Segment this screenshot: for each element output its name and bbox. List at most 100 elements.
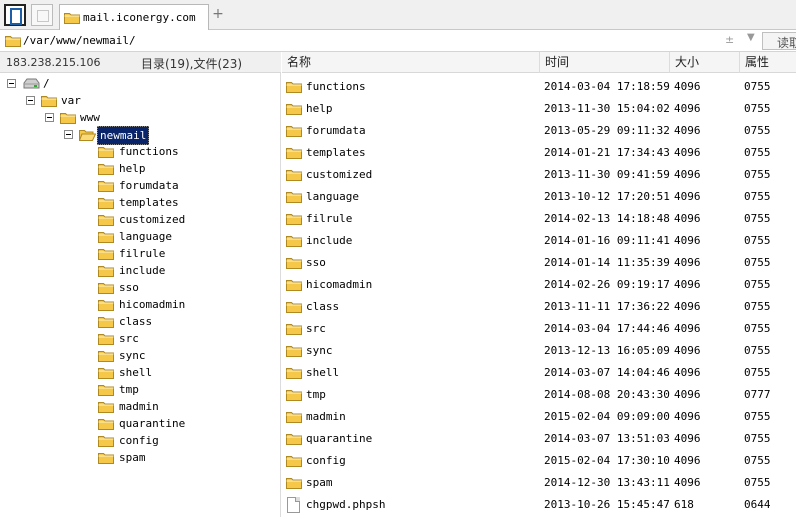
collapse-icon[interactable] bbox=[45, 113, 54, 122]
file-name: forumdata bbox=[306, 124, 366, 137]
folder-icon bbox=[286, 388, 302, 401]
read-button[interactable]: 读取 bbox=[762, 32, 796, 50]
collapse-icon[interactable] bbox=[26, 96, 35, 105]
table-row[interactable]: sync 2013-12-13 16:05:09 4096 0755 bbox=[282, 340, 796, 362]
tree-label: sync bbox=[119, 349, 146, 362]
file-perm: 0755 bbox=[744, 300, 771, 313]
table-row[interactable]: sso 2014-01-14 11:35:39 4096 0755 bbox=[282, 252, 796, 274]
folder-icon bbox=[98, 298, 114, 311]
file-perm: 0755 bbox=[744, 146, 771, 159]
file-time: 2013-11-30 15:04:02 bbox=[544, 102, 670, 115]
file-size: 4096 bbox=[674, 476, 701, 489]
folder-icon bbox=[286, 454, 302, 467]
tree-node-src[interactable]: src bbox=[0, 330, 200, 347]
file-perm: 0755 bbox=[744, 102, 771, 115]
file-time: 2014-08-08 20:43:30 bbox=[544, 388, 670, 401]
tree-node-templates[interactable]: templates bbox=[0, 194, 200, 211]
file-name: language bbox=[306, 190, 359, 203]
tree-label: tmp bbox=[119, 383, 139, 396]
table-row[interactable]: chgpwd.phpsh 2013-10-26 15:45:47 618 0644 bbox=[282, 494, 796, 516]
table-row[interactable]: config 2015-02-04 17:30:10 4096 0755 bbox=[282, 450, 796, 472]
table-row[interactable]: templates 2014-01-21 17:34:43 4096 0755 bbox=[282, 142, 796, 164]
file-size: 4096 bbox=[674, 278, 701, 291]
tab-title: mail.iconergy.com bbox=[83, 11, 196, 24]
tree-node-language[interactable]: language bbox=[0, 228, 200, 245]
tree-node-madmin[interactable]: madmin bbox=[0, 398, 200, 415]
table-row[interactable]: filrule 2014-02-13 14:18:48 4096 0755 bbox=[282, 208, 796, 230]
tree-label: functions bbox=[119, 145, 179, 158]
folder-icon bbox=[98, 179, 114, 192]
folder-icon bbox=[98, 332, 114, 345]
folder-icon bbox=[286, 344, 302, 357]
table-row[interactable]: spam 2014-12-30 13:43:11 4096 0755 bbox=[282, 472, 796, 494]
file-size: 4096 bbox=[674, 388, 701, 401]
folder-icon bbox=[98, 349, 114, 362]
tree-node-customized[interactable]: customized bbox=[0, 211, 200, 228]
tree-node-spam[interactable]: spam bbox=[0, 449, 200, 466]
file-name: templates bbox=[306, 146, 366, 159]
tree-header: 183.238.215.106 目录(19),文件(23) bbox=[0, 52, 281, 73]
tree-node-quarantine[interactable]: quarantine bbox=[0, 415, 200, 432]
table-row[interactable]: tmp 2014-08-08 20:43:30 4096 0777 bbox=[282, 384, 796, 406]
tree-node-newmail[interactable]: newmail bbox=[0, 126, 200, 145]
file-size: 4096 bbox=[674, 344, 701, 357]
table-row[interactable]: class 2013-11-11 17:36:22 4096 0755 bbox=[282, 296, 796, 318]
folder-icon bbox=[98, 366, 114, 379]
file-size: 4096 bbox=[674, 124, 701, 137]
tree-node-filrule[interactable]: filrule bbox=[0, 245, 200, 262]
tree-node-root[interactable]: / bbox=[0, 75, 120, 92]
table-row[interactable]: madmin 2015-02-04 09:09:00 4096 0755 bbox=[282, 406, 796, 428]
plus-minus-icon[interactable]: ± bbox=[725, 33, 734, 46]
tree-node-functions[interactable]: functions bbox=[0, 143, 200, 160]
tree-node-shell[interactable]: shell bbox=[0, 364, 200, 381]
tree-node-include[interactable]: include bbox=[0, 262, 200, 279]
tree-node-sync[interactable]: sync bbox=[0, 347, 200, 364]
tree-node-var[interactable]: var bbox=[0, 92, 140, 109]
table-row[interactable]: include 2014-01-16 09:11:41 4096 0755 bbox=[282, 230, 796, 252]
folder-icon bbox=[286, 80, 302, 93]
table-row[interactable]: help 2013-11-30 15:04:02 4096 0755 bbox=[282, 98, 796, 120]
table-row[interactable]: src 2014-03-04 17:44:46 4096 0755 bbox=[282, 318, 796, 340]
tree-node-help[interactable]: help bbox=[0, 160, 200, 177]
folder-icon bbox=[286, 278, 302, 291]
table-row[interactable]: forumdata 2013-05-29 09:11:32 4096 0755 bbox=[282, 120, 796, 142]
tree-node-sso[interactable]: sso bbox=[0, 279, 200, 296]
new-tab-button[interactable]: + bbox=[210, 6, 226, 22]
collapse-icon[interactable] bbox=[7, 79, 16, 88]
table-row[interactable]: language 2013-10-12 17:20:51 4096 0755 bbox=[282, 186, 796, 208]
directory-tree-pane: 183.238.215.106 目录(19),文件(23) / var www bbox=[0, 52, 281, 517]
folder-open-icon bbox=[79, 128, 96, 141]
table-row[interactable]: quarantine 2014-03-07 13:51:03 4096 0755 bbox=[282, 428, 796, 450]
table-row[interactable]: hicomadmin 2014-02-26 09:19:17 4096 0755 bbox=[282, 274, 796, 296]
file-name: class bbox=[306, 300, 340, 313]
tab-current[interactable]: mail.iconergy.com bbox=[59, 4, 209, 30]
tree-node-class[interactable]: class bbox=[0, 313, 200, 330]
file-time: 2014-01-21 17:34:43 bbox=[544, 146, 670, 159]
file-perm: 0755 bbox=[744, 124, 771, 137]
table-row[interactable]: shell 2014-03-07 14:04:46 4096 0755 bbox=[282, 362, 796, 384]
tree-node-config[interactable]: config bbox=[0, 432, 200, 449]
file-perm: 0755 bbox=[744, 234, 771, 247]
tree-node-forumdata[interactable]: forumdata bbox=[0, 177, 200, 194]
column-header-perm[interactable]: 属性 bbox=[740, 52, 796, 73]
path-input[interactable] bbox=[23, 31, 723, 50]
table-row[interactable]: customized 2013-11-30 09:41:59 4096 0755 bbox=[282, 164, 796, 186]
column-header-size[interactable]: 大小 bbox=[670, 52, 740, 73]
file-name: include bbox=[306, 234, 353, 247]
tree-node-www[interactable]: www bbox=[0, 109, 160, 126]
file-name: quarantine bbox=[306, 432, 373, 445]
file-time: 2014-03-07 14:04:46 bbox=[544, 366, 670, 379]
chevron-down-icon[interactable]: ▼ bbox=[747, 32, 755, 43]
file-name: sso bbox=[306, 256, 326, 269]
tree-label: help bbox=[119, 162, 146, 175]
column-header-name[interactable]: 名称 bbox=[282, 52, 540, 73]
table-row[interactable]: functions 2014-03-04 17:18:59 4096 0755 bbox=[282, 76, 796, 98]
window-button[interactable] bbox=[31, 4, 53, 26]
collapse-icon[interactable] bbox=[64, 130, 73, 139]
column-header-time[interactable]: 时间 bbox=[540, 52, 670, 73]
tree-node-tmp[interactable]: tmp bbox=[0, 381, 200, 398]
drive-icon bbox=[22, 78, 40, 90]
panel-toggle-button[interactable] bbox=[4, 4, 26, 26]
tree-node-hicomadmin[interactable]: hicomadmin bbox=[0, 296, 200, 313]
tree-label: config bbox=[119, 434, 159, 447]
